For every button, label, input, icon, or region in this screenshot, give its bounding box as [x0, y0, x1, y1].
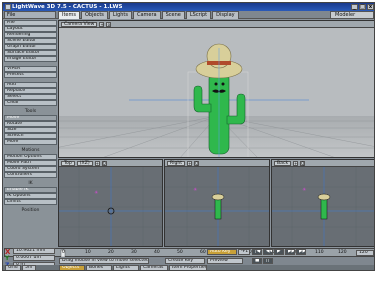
back-view-light-icon[interactable]: ☀	[302, 187, 306, 193]
auto-key-button[interactable]: Auto Key	[207, 249, 237, 255]
camera-scene	[59, 28, 374, 157]
last-frame-icon[interactable]: ▶▶|	[296, 249, 306, 255]
back-viewport-header: Back + Q	[272, 160, 374, 167]
tick-60: 60	[200, 250, 206, 255]
tab-objects[interactable]: Objects	[81, 11, 108, 19]
first-frame-icon[interactable]: |◀◀	[252, 249, 262, 255]
timeline-slider[interactable]: 0 10 20 30 40 50 60 70 80 90 100 110 120…	[4, 248, 374, 258]
file-menu-header[interactable]: File	[4, 11, 56, 19]
top-zoom-icon[interactable]: Q	[101, 160, 107, 166]
tick-0: 0	[62, 250, 65, 255]
sidebar-item-image-editor[interactable]: Image Editor	[4, 56, 57, 62]
right-viewport[interactable]: Right + Q ☀	[164, 159, 270, 247]
next-key-icon[interactable]: ▶▶	[285, 249, 295, 255]
position-section-label: Position	[21, 208, 40, 213]
status-hint: Drag mouse in view to move selected item…	[59, 258, 149, 264]
back-view-scene: ☀	[272, 167, 374, 246]
tick-110: 110	[315, 250, 324, 255]
tick-20: 20	[108, 250, 114, 255]
cameras-mode-button[interactable]: Cameras	[140, 265, 168, 270]
create-key-button[interactable]: Create Key	[165, 258, 205, 264]
window-title: LightWave 3D 7.5 - CACTUS - 1.LWS	[12, 4, 123, 10]
lightwave-window: LightWave 3D 7.5 - CACTUS - 1.LWS _ □ x …	[2, 2, 375, 271]
top-viewport-header: Top (XZ) + Q	[59, 160, 162, 167]
prev-key-icon[interactable]: ◀◀	[263, 249, 273, 255]
right-view-light-icon[interactable]: ☀	[193, 187, 197, 193]
tick-40: 40	[154, 250, 160, 255]
tab-strip: Items Objects Lights Camera Scene LScrip…	[58, 11, 240, 19]
tab-display[interactable]: Display	[212, 11, 239, 19]
pause-icon[interactable]: ||	[263, 258, 273, 264]
tab-camera[interactable]: Camera	[132, 11, 161, 19]
play-icon[interactable]: ▶	[274, 249, 284, 255]
tab-items[interactable]: Items	[58, 11, 80, 19]
toolbar-sidebar: File Layout Rendering Scene Editor Graph…	[4, 20, 57, 248]
y-position-field[interactable]: 0.0007 um	[13, 255, 55, 261]
right-viewport-header: Right + Q	[165, 160, 269, 167]
limits-dropdown[interactable]: Limits	[4, 199, 57, 205]
sidebar-item-presets[interactable]: Presets	[4, 72, 57, 78]
tick-50: 50	[177, 250, 183, 255]
right-zoom-icon[interactable]: Q	[194, 160, 200, 166]
camera-view-dropdown[interactable]: Camera View	[61, 21, 98, 27]
tab-lights[interactable]: Lights	[108, 11, 132, 19]
bones-mode-button[interactable]: Bones	[86, 265, 112, 270]
top-move-icon[interactable]: +	[94, 160, 100, 166]
close-button[interactable]: x	[367, 4, 374, 10]
selection-bar: Grid 5m Objects Bones Lights Cameras Ite…	[3, 265, 374, 270]
end-frame-field[interactable]: 120	[356, 250, 374, 256]
controllers-dropdown[interactable]: Controllers	[4, 172, 57, 178]
camera-viewport[interactable]: Camera View + o	[58, 20, 374, 158]
top-viewport[interactable]: Top (XZ) + Q ☀	[58, 159, 163, 247]
view-rotate-icon[interactable]: o	[106, 21, 112, 27]
right-view-scene: ☀	[165, 167, 269, 246]
menu-tabs-row: File Items Objects Lights Camera Scene L…	[3, 11, 374, 19]
right-move-icon[interactable]: +	[187, 160, 193, 166]
right-view-object[interactable]	[211, 193, 225, 220]
tab-lscript[interactable]: LScript	[185, 11, 212, 19]
top-view-mode-dropdown[interactable]: (XZ)	[76, 160, 93, 166]
preview-dropdown[interactable]: Preview	[207, 258, 243, 264]
back-view-dropdown[interactable]: Back	[274, 160, 292, 166]
objects-mode-button[interactable]: Objects	[59, 265, 85, 270]
tool-more-button[interactable]: More	[4, 139, 57, 145]
sidebar-item-clear[interactable]: Clear	[4, 100, 57, 106]
maximize-button[interactable]: □	[359, 4, 366, 10]
modeler-dropdown[interactable]: Modeler	[330, 11, 374, 19]
tick-10: 10	[85, 250, 91, 255]
tick-120: 120	[338, 250, 347, 255]
tick-30: 30	[131, 250, 137, 255]
back-move-icon[interactable]: +	[293, 160, 299, 166]
right-view-dropdown[interactable]: Right	[167, 160, 186, 166]
stop-icon[interactable]: ■	[252, 258, 262, 264]
grid-size-field[interactable]: 5m	[22, 265, 36, 270]
back-zoom-icon[interactable]: Q	[300, 160, 306, 166]
back-view-object[interactable]	[317, 193, 331, 220]
view-move-icon[interactable]: +	[99, 21, 105, 27]
grid-label: Grid	[5, 265, 21, 270]
camera-viewport-header: Camera View + o	[59, 21, 374, 28]
top-view-light-icon[interactable]: ☀	[94, 190, 98, 196]
title-bar: LightWave 3D 7.5 - CACTUS - 1.LWS _ □ x	[3, 3, 374, 11]
top-view-scene: ☀	[59, 167, 162, 246]
app-icon	[5, 4, 11, 10]
y-axis-label-icon: Y	[5, 255, 10, 262]
auto-key-hotkey: -F1	[238, 249, 250, 255]
minimize-button[interactable]: _	[351, 4, 358, 10]
window-controls: _ □ x	[351, 4, 374, 10]
lights-mode-button[interactable]: Lights	[113, 265, 139, 270]
tab-scene[interactable]: Scene	[161, 11, 185, 19]
item-properties-button[interactable]: Item Properties	[169, 265, 207, 270]
top-view-dropdown[interactable]: Top	[61, 160, 75, 166]
x-position-field[interactable]: 10.9621 mm	[13, 248, 55, 254]
back-viewport[interactable]: Back + Q ☀	[271, 159, 374, 247]
